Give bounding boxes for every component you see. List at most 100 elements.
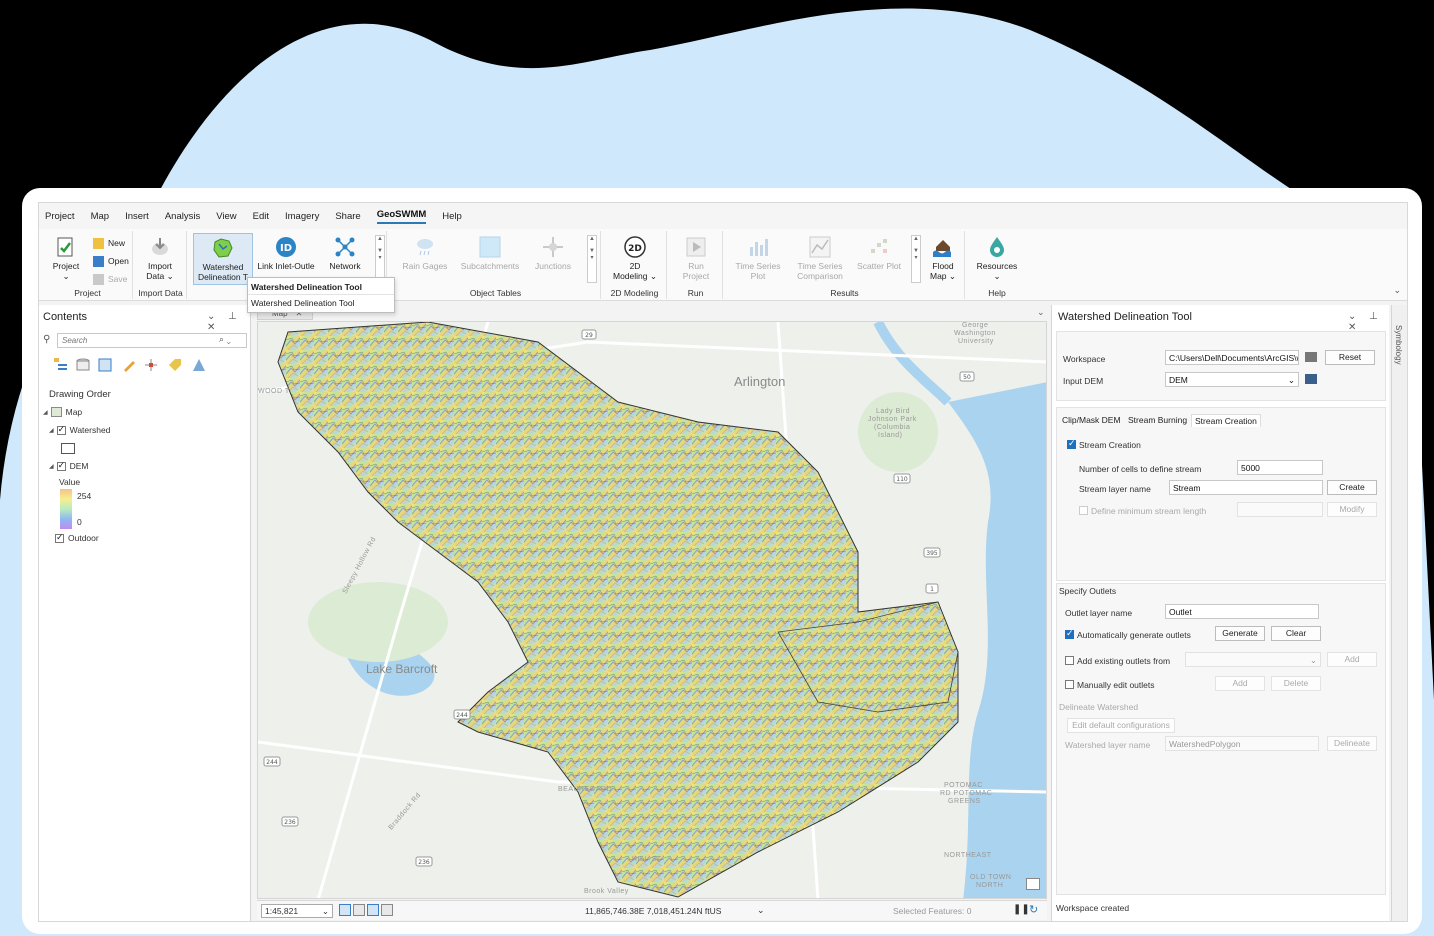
outdoor-visibility-checkbox[interactable] — [55, 532, 64, 543]
num-cells-input[interactable]: 5000 — [1237, 460, 1323, 475]
edit-default-configurations-button[interactable]: Edit default configurations — [1067, 718, 1175, 733]
define-min-length-checkbox[interactable] — [1079, 506, 1088, 515]
menu-map[interactable]: Map — [91, 211, 109, 222]
tab-stream-creation[interactable]: Stream Creation — [1191, 414, 1261, 427]
create-button[interactable]: Create — [1327, 480, 1377, 495]
list-by-selection-icon[interactable] — [97, 357, 113, 373]
map-label-washington: Washington — [954, 330, 996, 337]
menu-project[interactable]: Project — [45, 211, 75, 222]
pause-icon[interactable]: ❚❚ — [1013, 904, 1030, 915]
watershed-symbol — [61, 443, 75, 454]
menu-analysis[interactable]: Analysis — [165, 211, 200, 222]
reset-button[interactable]: Reset — [1325, 350, 1375, 365]
stream-layer-input[interactable]: Stream — [1169, 480, 1323, 495]
new-button[interactable]: New — [93, 235, 125, 251]
tree-item-outdoor[interactable]: Outdoor — [55, 532, 99, 543]
rain-gages-button[interactable]: Rain Gages — [397, 233, 453, 285]
stream-creation-checkbox[interactable] — [1067, 438, 1076, 449]
ribbon-gallery-scroll[interactable]: ▲ ▼ ▾ — [375, 235, 385, 283]
filter-icon[interactable]: ⚲ — [43, 334, 50, 345]
list-by-snapping-icon[interactable] — [143, 357, 159, 373]
resources-button[interactable]: Resources ⌄ — [969, 233, 1025, 285]
list-by-perspective-icon[interactable] — [191, 357, 207, 373]
open-button[interactable]: Open — [93, 253, 129, 269]
list-by-labeling-icon[interactable] — [167, 357, 183, 373]
flood-house-icon — [933, 240, 951, 257]
tab-clip-mask-dem[interactable]: Clip/Mask DEM — [1059, 414, 1124, 426]
search-icon[interactable]: ⌕ ⌄ — [219, 334, 231, 345]
ribbon-collapse-icon[interactable]: ⌄ — [1393, 285, 1401, 296]
project-button[interactable]: Project ⌄ — [45, 233, 87, 285]
drawing-order-heading: Drawing Order — [49, 389, 111, 400]
generate-button[interactable]: Generate — [1215, 626, 1265, 641]
ribbon-group-object-tables: Rain Gages Subcatchments Junctions ▲ ▼ ▾ O… — [391, 231, 601, 299]
symbology-side-tab[interactable]: Symbology — [1391, 305, 1407, 921]
menu-insert[interactable]: Insert — [125, 211, 149, 222]
add-button[interactable]: Add — [1327, 652, 1377, 667]
line-chart-icon — [809, 236, 831, 258]
flood-map-button[interactable]: Flood Map ⌄ — [923, 233, 963, 285]
tree-item-dem[interactable]: ◢DEM — [49, 460, 89, 472]
modify-button[interactable]: Modify — [1327, 502, 1377, 517]
navigator-icon[interactable] — [367, 904, 379, 916]
list-by-editing-icon[interactable] — [121, 357, 137, 373]
menu-help[interactable]: Help — [442, 211, 462, 222]
pane-controls[interactable]: ⌄ ⊥ ✕ — [207, 311, 250, 333]
auto-generate-outlets-label: Automatically generate outlets — [1077, 630, 1191, 640]
table-icon[interactable] — [353, 904, 365, 916]
input-dem-select[interactable]: DEM ⌄ — [1165, 372, 1299, 387]
browse-folder-icon[interactable] — [1305, 352, 1317, 362]
tab-stream-burning[interactable]: Stream Burning — [1125, 414, 1190, 426]
menu-view[interactable]: View — [216, 211, 236, 222]
refresh-icon[interactable]: ↻ — [1029, 903, 1038, 916]
stream-creation-label: Stream Creation — [1079, 440, 1141, 450]
map-label-johnson-park: Johnson Park — [868, 416, 917, 423]
existing-outlets-select[interactable]: ⌄ — [1185, 652, 1321, 667]
time-series-plot-button[interactable]: Time Series Plot — [727, 233, 789, 285]
import-data-button[interactable]: Import Data ⌄ — [135, 233, 185, 285]
workspace-input[interactable]: C:\Users\Dell\Documents\ArcGIS\wa — [1165, 350, 1299, 365]
add-manual-button[interactable]: Add — [1215, 676, 1265, 691]
watershed-layer-name-label: Watershed layer name — [1065, 740, 1151, 750]
manual-edit-outlets-checkbox[interactable] — [1065, 680, 1074, 689]
coordinate-units-chevron-icon[interactable]: ⌄ — [757, 905, 765, 916]
delineate-button[interactable]: Delineate — [1327, 736, 1377, 751]
time-series-comparison-button[interactable]: Time Series Comparison — [791, 233, 849, 285]
results-scroll[interactable]: ▲ ▼ ▾ — [911, 235, 921, 283]
scale-select[interactable]: 1:45,821 ⌄ — [261, 904, 333, 918]
map-overview-icon[interactable] — [1026, 878, 1040, 890]
2d-modeling-button[interactable]: 2D 2D Modeling ⌄ — [605, 233, 665, 285]
min-length-input[interactable] — [1237, 502, 1323, 517]
subcatchments-button[interactable]: Subcatchments — [455, 233, 525, 285]
menu-share[interactable]: Share — [335, 211, 360, 222]
delete-button[interactable]: Delete — [1271, 676, 1321, 691]
outlet-layer-input[interactable]: Outlet — [1165, 604, 1319, 619]
tree-item-watershed[interactable]: ◢Watershed — [49, 424, 110, 436]
map-view[interactable]: 29 50 110 395 1 244 244 236 236 Arlingto… — [257, 321, 1047, 899]
object-tables-scroll[interactable]: ▲ ▼ ▾ — [587, 235, 597, 283]
menu-edit[interactable]: Edit — [253, 211, 269, 222]
list-by-data-source-icon[interactable] — [75, 357, 91, 373]
dem-visibility-checkbox[interactable] — [56, 460, 66, 471]
pan-icon[interactable] — [381, 904, 393, 916]
menu-imagery[interactable]: Imagery — [285, 211, 319, 222]
watershed-delineation-button[interactable]: Watershed Delineation T — [193, 233, 253, 285]
map-label-rd-potomac: RD POTOMAC — [940, 790, 993, 797]
clear-button[interactable]: Clear — [1271, 626, 1321, 641]
watershed-layer-input[interactable]: WatershedPolygon — [1165, 736, 1319, 751]
auto-generate-outlets-checkbox[interactable] — [1065, 628, 1074, 639]
run-project-button[interactable]: Run Project — [671, 233, 721, 285]
menu-geoswmm[interactable]: GeoSWMM — [376, 209, 427, 224]
road-shield: 29 — [581, 329, 597, 340]
map-tab-menu-icon[interactable]: ⌄ — [1037, 307, 1045, 318]
add-existing-outlets-checkbox[interactable] — [1065, 656, 1074, 665]
browse-layer-icon[interactable] — [1305, 374, 1317, 384]
grid-icon[interactable] — [339, 904, 351, 916]
tool-pane-controls[interactable]: ⌄ ⊥ ✕ — [1348, 311, 1389, 333]
save-button[interactable]: Save — [93, 271, 127, 287]
junctions-button[interactable]: Junctions — [527, 233, 579, 285]
scatter-plot-button[interactable]: Scatter Plot — [851, 233, 907, 285]
watershed-visibility-checkbox[interactable] — [56, 424, 66, 435]
tree-item-map[interactable]: ◢ Map — [43, 407, 82, 417]
list-by-drawing-order-icon[interactable] — [53, 357, 69, 373]
